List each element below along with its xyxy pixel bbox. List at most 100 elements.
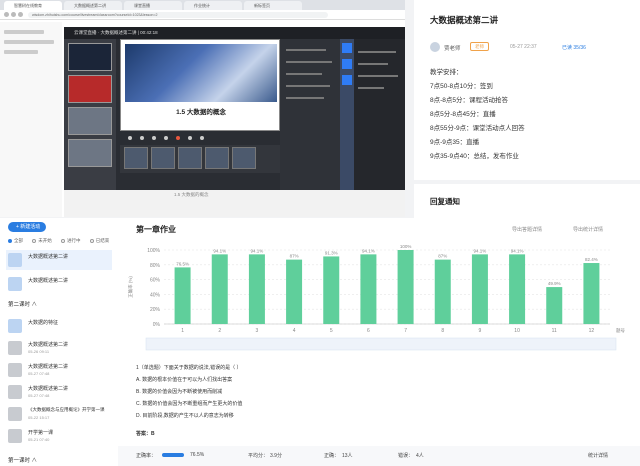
reply-heading: 回复通知 (430, 197, 460, 206)
slide-thumbnail[interactable] (232, 147, 256, 169)
accuracy-label: 正确率： (136, 453, 157, 459)
list-item[interactable]: 大数据概述第二讲 05-27 07:48 (6, 382, 112, 402)
x-tick-label: 11 (552, 328, 557, 334)
clear-icon[interactable] (200, 136, 204, 140)
slide-thumbnail[interactable] (151, 147, 175, 169)
notice-line: 8点-8点5分：课程活动抢答 (430, 97, 509, 104)
section-header[interactable]: 第一课时 ∧ (8, 456, 37, 464)
slide-thumbnail[interactable] (68, 75, 112, 103)
live-classroom-screenshot: 智慧树在线教育 大数据概述第二讲 课堂直播 作业统计 新标签页 wisdom.z… (0, 0, 405, 217)
live-icon (8, 429, 22, 443)
list-item[interactable]: 大数据概述第二讲 05-27 07:48 (6, 360, 112, 380)
export-answers-button[interactable]: 导出答题详情 (512, 226, 542, 233)
back-icon[interactable] (4, 12, 9, 17)
notice-icon (8, 253, 22, 267)
course-side-panel (0, 22, 62, 217)
filter-ended[interactable]: 已结束 (89, 238, 109, 243)
notice-line: 7点50-8点10分：签到 (430, 83, 493, 90)
chart-bar (546, 287, 563, 324)
tool-rail (340, 39, 354, 190)
y-tick-label: 40% (150, 292, 161, 298)
homework-panel: 第一章作业 导出答题详情 导出统计详情 0% 20% 40% 60% 80% 100% 正确… (118, 218, 640, 466)
filter-not-started[interactable]: 未开始 (32, 238, 52, 243)
list-item[interactable]: 《大数据概念与应用概论》开学第一课 05-22 15:17 (6, 404, 112, 424)
list-item[interactable]: 大数据的特征 (6, 316, 112, 336)
slide-thumbnail[interactable] (178, 147, 202, 169)
x-tick-label: 3 (256, 328, 259, 334)
y-tick-label: 20% (150, 307, 161, 313)
reply-section: 回复通知 (414, 184, 640, 218)
slide-thumbnail-list (64, 39, 116, 190)
y-tick-label: 80% (150, 263, 161, 269)
bar-value-label: 87% (438, 254, 447, 259)
bar-value-label: 49.9% (548, 281, 561, 286)
chart-bar (248, 254, 265, 324)
eraser-icon[interactable] (164, 136, 168, 140)
bar-value-label: 94.1% (251, 248, 264, 253)
chart-bar (286, 259, 303, 324)
slide-image (125, 44, 277, 102)
chat-panel (354, 39, 405, 190)
reload-icon[interactable] (18, 12, 23, 17)
slide-thumbnail[interactable] (205, 147, 229, 169)
y-axis-label: 正确率 (%) (127, 276, 134, 298)
bar-value-label: 94.1% (511, 248, 524, 253)
notice-title: 大数据概述第二讲 (430, 15, 499, 25)
x-tick-label: 4 (293, 328, 296, 334)
pen-icon[interactable] (128, 136, 132, 140)
notice-line: 教学安排： (430, 69, 463, 76)
undo-icon[interactable] (188, 136, 192, 140)
tool-icon[interactable] (342, 59, 352, 69)
color-icon[interactable] (140, 136, 144, 140)
notice-icon (8, 277, 22, 291)
list-item[interactable]: 大数据概述第二讲 (6, 274, 112, 294)
tool-icon[interactable] (342, 75, 352, 85)
slide-thumbnail[interactable] (68, 43, 112, 71)
filter-all[interactable]: 全部 (8, 238, 23, 243)
homework-title: 第一章作业 (136, 225, 176, 234)
export-stats-button[interactable]: 导出统计详情 (573, 226, 603, 233)
wrong-label: 错误： (398, 453, 414, 459)
bar-value-label: 82.4% (585, 257, 598, 262)
slide-title: 1.5 大数据的概念 (176, 109, 226, 116)
notice-body: 教学安排： 7点50-8点10分：签到 8点-8点5分：课程活动抢答 8点5分-… (430, 66, 630, 164)
list-item[interactable]: 开学第一课 05-21 07:40 (6, 426, 112, 446)
teacher-name: 贾老师 (444, 46, 461, 52)
notice-line: 9点35-9点40：总结，发布作业 (430, 153, 519, 160)
color-icon[interactable] (152, 136, 156, 140)
address-bar: wisdom.zhihuishu.com/course/livestream/c… (0, 10, 405, 20)
chart-bar (397, 250, 414, 324)
read-count[interactable]: 已读 35/36 (562, 44, 586, 51)
chart-bar (471, 254, 488, 324)
section-header[interactable]: 第二课时 ∧ (8, 300, 37, 308)
filter-in-progress[interactable]: 进行中 (61, 238, 81, 243)
url-field[interactable]: wisdom.zhihuishu.com/course/livestream/c… (28, 12, 328, 18)
browser-tab[interactable]: 智慧树在线教育 (4, 1, 62, 10)
browser-tab[interactable]: 大数据概述第二讲 (64, 1, 122, 10)
forward-icon[interactable] (11, 12, 16, 17)
new-activity-button[interactable]: + 新建活动 (8, 222, 47, 232)
stats-detail-button[interactable]: 统计详情 (588, 452, 608, 459)
tool-icon[interactable] (342, 43, 352, 53)
list-item[interactable]: 大数据概述第二讲 05-26 09:11 (6, 338, 112, 358)
live-icon (8, 385, 22, 399)
notice-line: 9点-9点35：直播 (430, 139, 480, 146)
accuracy-bar (162, 453, 184, 457)
avatar (430, 42, 440, 52)
accuracy-value: 76.5% (190, 452, 205, 458)
slide-thumbnail[interactable] (124, 147, 148, 169)
browser-tab[interactable]: 课堂直播 (124, 1, 182, 10)
browser-tab[interactable]: 新标签页 (244, 1, 302, 10)
browser-tab[interactable]: 作业统计 (184, 1, 242, 10)
activity-icon (8, 319, 22, 333)
color-icon[interactable] (176, 136, 180, 140)
correct-value: 13人 (342, 453, 353, 459)
accuracy-bar-chart: 0% 20% 40% 60% 80% 100% 正确率 (%) 76.5% 1 94.1% 2 94.… (127, 244, 625, 351)
slide-thumbnail[interactable] (68, 107, 112, 135)
role-badge: 老师 (470, 42, 489, 51)
player-caption: 1.5 大数据的概念 (64, 190, 405, 217)
question-text: 1（单选题）下面关于数据的说法,错误的是（ ） (136, 365, 242, 371)
slide-thumbnail[interactable] (68, 139, 112, 167)
list-item[interactable]: 大数据概述第二讲 (6, 250, 112, 270)
x-tick-label: 8 (441, 328, 444, 334)
